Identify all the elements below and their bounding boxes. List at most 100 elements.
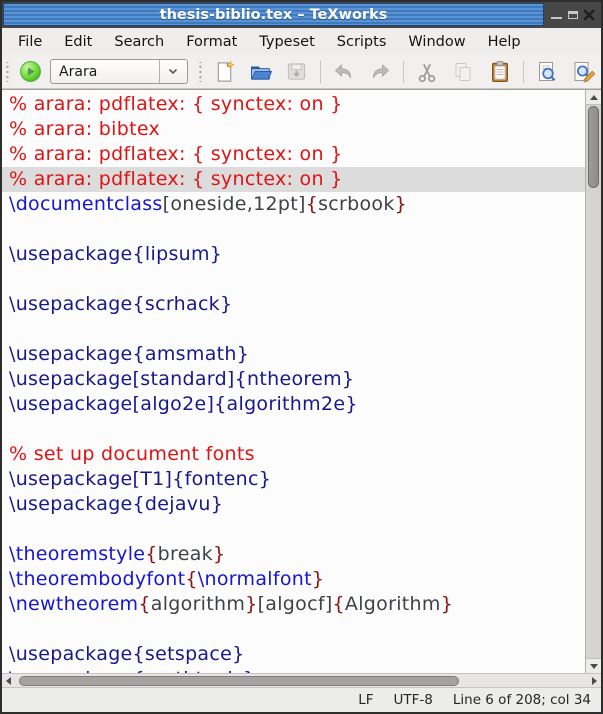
- new-document-icon: [213, 60, 236, 84]
- chevron-down-icon[interactable]: [159, 60, 187, 83]
- code-line[interactable]: \theoremstyle{break}: [9, 542, 585, 567]
- code-token: \usepackage{setspace}: [9, 643, 245, 665]
- code-line[interactable]: \usepackage{setspace}: [9, 642, 585, 667]
- line-ending-indicator: LF: [358, 692, 373, 708]
- code-token: break: [158, 543, 213, 565]
- code-token: }: [245, 593, 257, 615]
- undo-button[interactable]: [331, 58, 357, 85]
- redo-button[interactable]: [367, 58, 393, 85]
- code-line[interactable]: \usepackage[algo2e]{algorithm2e}: [9, 392, 585, 417]
- cursor-position-indicator: Line 6 of 208; col 34: [453, 692, 591, 708]
- open-folder-icon: [249, 60, 273, 84]
- save-document-button[interactable]: [284, 58, 310, 85]
- code-line[interactable]: [9, 417, 585, 442]
- title-bar: thesis-biblio.tex – TeXworks: [2, 2, 601, 28]
- texworks-window: thesis-biblio.tex – TeXworks FileEditSea…: [0, 0, 603, 714]
- editor: % arara: pdflatex: { synctex: on }% arar…: [2, 89, 601, 687]
- maximize-icon[interactable]: [568, 11, 578, 19]
- new-document-button[interactable]: [212, 58, 238, 85]
- scroll-right-icon[interactable]: [588, 674, 601, 687]
- code-token: % arara: pdflatex: { synctex: on }: [9, 168, 343, 190]
- engine-selector[interactable]: Arara: [50, 59, 188, 84]
- scissors-icon: [415, 60, 439, 84]
- code-line[interactable]: [9, 267, 585, 292]
- find-button[interactable]: [534, 58, 560, 85]
- code-line[interactable]: \usepackage{amsmath}: [9, 342, 585, 367]
- menu-item-window[interactable]: Window: [397, 31, 476, 53]
- code-line[interactable]: \usepackage[T1]{fontenc}: [9, 467, 585, 492]
- code-token: {: [333, 593, 345, 615]
- menu-item-file[interactable]: File: [7, 31, 53, 53]
- replace-button[interactable]: [570, 58, 596, 85]
- menu-item-scripts[interactable]: Scripts: [326, 31, 398, 53]
- code-token: % arara: pdflatex: { synctex: on }: [9, 143, 343, 165]
- engine-selected-value: Arara: [51, 64, 159, 80]
- editor-lines[interactable]: % arara: pdflatex: { synctex: on }% arar…: [2, 90, 585, 673]
- redo-arrow-icon: [368, 60, 392, 84]
- code-token: }: [213, 543, 225, 565]
- code-token: % arara: pdflatex: { synctex: on }: [9, 93, 343, 115]
- code-line[interactable]: % set up document fonts: [9, 442, 585, 467]
- code-token: \usepackage{lipsum}: [9, 243, 222, 265]
- typeset-run-button[interactable]: [18, 59, 43, 85]
- code-token: [oneside,12pt]: [163, 193, 306, 215]
- scroll-down-icon[interactable]: [586, 658, 601, 673]
- play-icon: [19, 60, 42, 83]
- toolbar-grip-icon[interactable]: [5, 62, 10, 82]
- code-line[interactable]: \usepackage{scrhack}: [9, 292, 585, 317]
- code-line[interactable]: [9, 217, 585, 242]
- code-token: algorithm: [151, 593, 245, 615]
- code-line[interactable]: [9, 617, 585, 642]
- code-token: \usepackage[standard]{ntheorem}: [9, 368, 354, 390]
- menu-item-help[interactable]: Help: [477, 31, 532, 53]
- open-document-button[interactable]: [248, 58, 274, 85]
- cut-button[interactable]: [414, 58, 440, 85]
- toolbar-separator: [523, 61, 524, 83]
- code-line[interactable]: \usepackage{dejavu}: [9, 492, 585, 517]
- vertical-scrollbar-thumb[interactable]: [588, 106, 599, 188]
- code-line[interactable]: % arara: bibtex: [9, 117, 585, 142]
- code-line[interactable]: % arara: pdflatex: { synctex: on }: [9, 142, 585, 167]
- window-title: thesis-biblio.tex – TeXworks: [160, 7, 388, 23]
- scroll-up-icon[interactable]: [586, 90, 601, 105]
- code-token: {: [306, 193, 318, 215]
- menu-item-search[interactable]: Search: [103, 31, 175, 53]
- code-line[interactable]: \newtheorem{algorithm}[algocf]{Algorithm…: [9, 592, 585, 617]
- vertical-scrollbar[interactable]: [585, 90, 601, 673]
- copy-pages-icon: [451, 60, 475, 84]
- replace-magnifier-pencil-icon: [571, 60, 595, 84]
- code-token: }: [395, 193, 407, 215]
- save-icon: [285, 60, 308, 83]
- code-line[interactable]: \documentclass[oneside,12pt]{scrbook}: [9, 192, 585, 217]
- horizontal-scrollbar[interactable]: [2, 673, 601, 687]
- code-token: \normalfont: [198, 568, 312, 590]
- code-token: \theorembodyfont: [9, 568, 185, 590]
- code-line[interactable]: \usepackage{lipsum}: [9, 242, 585, 267]
- copy-button[interactable]: [450, 58, 476, 85]
- code-token: [algocf]: [258, 593, 333, 615]
- toolbar-separator: [320, 61, 321, 83]
- toolbar-separator: [403, 61, 404, 83]
- code-line[interactable]: \usepackage[standard]{ntheorem}: [9, 367, 585, 392]
- menu-item-format[interactable]: Format: [175, 31, 248, 53]
- menu-item-edit[interactable]: Edit: [53, 31, 103, 53]
- code-line[interactable]: [9, 517, 585, 542]
- code-line[interactable]: [9, 317, 585, 342]
- code-line[interactable]: % arara: pdflatex: { synctex: on }: [9, 92, 585, 117]
- paste-button[interactable]: [487, 58, 513, 85]
- minimize-icon[interactable]: [551, 17, 562, 19]
- menu-item-typeset[interactable]: Typeset: [248, 31, 325, 53]
- window-title-area[interactable]: thesis-biblio.tex – TeXworks: [3, 3, 544, 26]
- encoding-indicator: UTF-8: [394, 692, 433, 708]
- scroll-left-icon[interactable]: [2, 674, 15, 687]
- undo-arrow-icon: [332, 60, 356, 84]
- code-token: \documentclass: [9, 193, 163, 215]
- code-line[interactable]: % arara: pdflatex: { synctex: on }: [2, 167, 585, 192]
- code-token: \usepackage{amsmath}: [9, 343, 249, 365]
- code-token: \usepackage{scrhack}: [9, 293, 232, 315]
- code-line[interactable]: \theorembodyfont{\normalfont}: [9, 567, 585, 592]
- close-icon[interactable]: [583, 6, 595, 25]
- toolbar-grip-icon[interactable]: [198, 62, 203, 82]
- horizontal-scrollbar-thumb[interactable]: [19, 676, 459, 686]
- code-token: {: [138, 593, 150, 615]
